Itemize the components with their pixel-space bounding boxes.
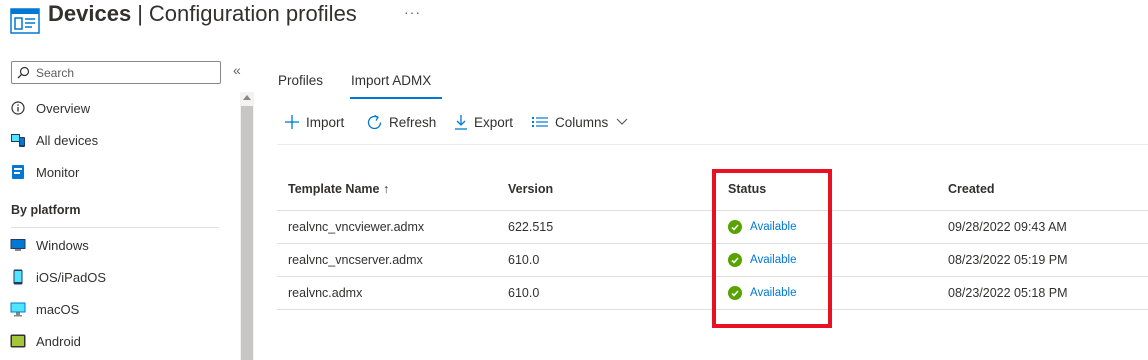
page-title-separator: | [137, 1, 143, 26]
toolbar-divider [277, 144, 1148, 145]
sidebar-item-label: All devices [36, 132, 99, 148]
sidebar-item-all-devices[interactable]: All devices [10, 128, 98, 152]
row-divider [277, 276, 1148, 277]
windows-icon [10, 237, 26, 253]
sidebar-item-overview[interactable]: Overview [10, 96, 90, 120]
scrollbar-thumb[interactable] [241, 106, 253, 360]
phone-icon [10, 269, 26, 285]
column-header-template-name[interactable]: Template Name ↑ [288, 182, 389, 196]
refresh-label: Refresh [389, 114, 437, 130]
cell-version: 610.0 [508, 286, 540, 300]
columns-button[interactable]: Columns [531, 111, 628, 133]
cell-template-name[interactable]: realvnc_vncserver.admx [288, 253, 423, 267]
chevron-down-icon [616, 118, 628, 125]
sidebar-search[interactable] [11, 61, 221, 84]
column-header-version[interactable]: Version [508, 182, 553, 196]
cell-created: 08/23/2022 05:18 PM [948, 286, 1068, 300]
column-header-status[interactable]: Status [728, 182, 766, 196]
export-label: Export [474, 114, 514, 130]
sidebar-item-label: macOS [36, 301, 80, 317]
search-icon [17, 66, 30, 79]
active-tab-indicator [350, 97, 442, 99]
column-header-created[interactable]: Created [948, 182, 995, 196]
check-circle-icon [728, 220, 742, 234]
tab-import-admx[interactable]: Import ADMX [351, 73, 431, 88]
sidebar-item-label: Overview [36, 100, 91, 116]
sidebar-item-windows[interactable]: Windows [10, 233, 89, 257]
page-title-blade: Configuration profiles [148, 1, 357, 26]
sidebar-item-ios[interactable]: iOS/iPadOS [10, 265, 106, 289]
page-title-service: Devices [48, 1, 132, 26]
search-input[interactable] [36, 64, 216, 81]
import-button[interactable]: Import [284, 111, 344, 133]
sidebar-item-android[interactable]: Android [10, 329, 81, 353]
collapse-sidebar-button[interactable]: « [233, 62, 241, 78]
status-label: Available [750, 221, 797, 233]
sidebar-item-label: iOS/iPadOS [36, 269, 107, 285]
cell-created: 09/28/2022 09:43 AM [948, 220, 1067, 234]
android-icon [10, 333, 26, 349]
refresh-icon [367, 114, 382, 129]
sidebar-item-macos[interactable]: macOS [10, 297, 79, 321]
devices-icon [10, 132, 26, 148]
row-divider [277, 309, 1148, 310]
columns-label: Columns [555, 114, 609, 130]
configuration-profiles-icon [10, 8, 40, 34]
refresh-button[interactable]: Refresh [366, 111, 436, 133]
cell-template-name[interactable]: realvnc.admx [288, 286, 362, 300]
sidebar-item-monitor[interactable]: Monitor [10, 160, 79, 184]
scroll-up-arrow[interactable] [243, 95, 251, 100]
check-circle-icon [728, 253, 742, 267]
page-header: Devices | Configuration profiles ··· [0, 0, 1148, 44]
check-circle-icon [728, 286, 742, 300]
status-label: Available [750, 287, 797, 299]
cell-version: 610.0 [508, 253, 540, 267]
header-divider [277, 210, 1148, 211]
sidebar-divider [11, 227, 219, 228]
sidebar-scrollbar[interactable] [240, 92, 254, 360]
columns-icon [532, 117, 548, 127]
monitor-icon [10, 164, 26, 180]
status-label: Available [750, 254, 797, 266]
sidebar-section-title: By platform [11, 203, 81, 217]
tab-profiles[interactable]: Profiles [278, 73, 323, 88]
export-button[interactable]: Export [454, 111, 513, 133]
status-badge[interactable]: Available [728, 220, 796, 234]
row-divider [277, 243, 1148, 244]
cell-created: 08/23/2022 05:19 PM [948, 253, 1068, 267]
page-title: Devices | Configuration profiles [48, 0, 357, 29]
import-label: Import [306, 114, 345, 130]
sidebar-item-label: Android [36, 333, 81, 349]
plus-icon [285, 115, 299, 129]
status-badge[interactable]: Available [728, 286, 796, 300]
download-icon [455, 115, 467, 130]
sidebar-item-label: Windows [36, 237, 89, 253]
desktop-icon [10, 301, 26, 317]
more-options-button[interactable]: ··· [404, 4, 421, 20]
sidebar-item-label: Monitor [36, 164, 80, 180]
status-badge[interactable]: Available [728, 253, 796, 267]
cell-version: 622.515 [508, 220, 554, 234]
info-icon [10, 100, 26, 116]
cell-template-name[interactable]: realvnc_vncviewer.admx [288, 220, 424, 234]
